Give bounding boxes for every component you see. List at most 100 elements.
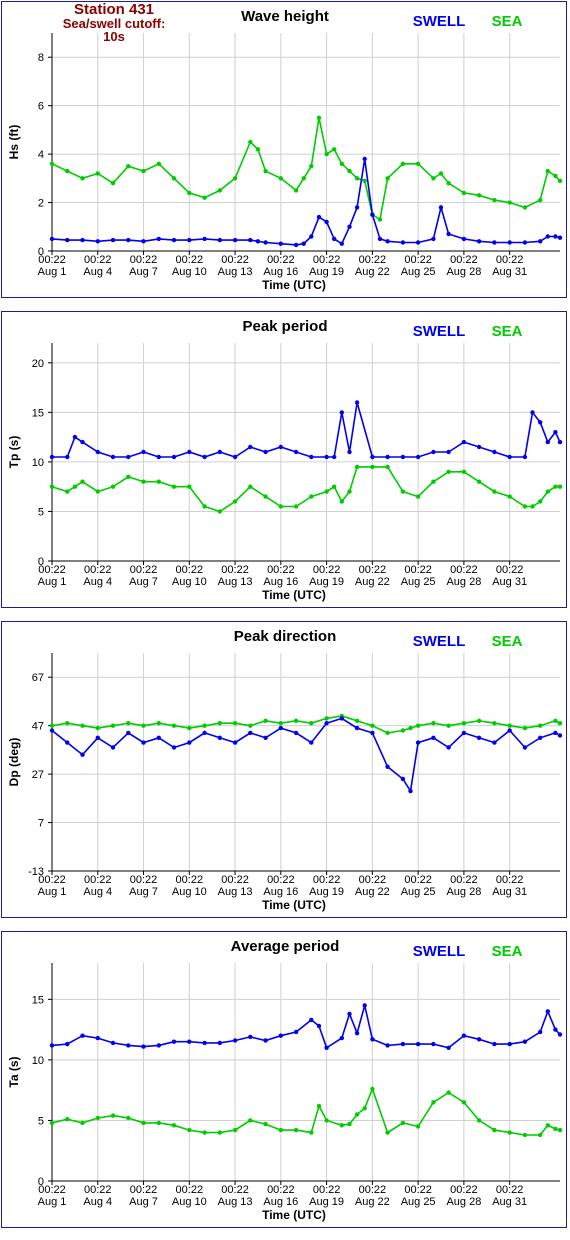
x-tick-time-label: 00:22 <box>176 564 204 576</box>
x-tick-time-label: 00:22 <box>359 874 387 886</box>
data-point-sea <box>385 464 390 470</box>
x-tick-date-label: Aug 16 <box>263 266 298 278</box>
data-point-sea <box>324 716 329 721</box>
data-point-swell <box>362 156 367 162</box>
data-point-sea <box>49 484 55 489</box>
data-point-sea <box>415 1124 421 1129</box>
data-point-sea <box>293 1127 299 1133</box>
x-tick-time-label: 00:22 <box>404 1184 432 1196</box>
data-point-sea <box>557 1127 563 1133</box>
x-tick-date-label: Aug 16 <box>263 886 298 898</box>
data-point-sea <box>65 1117 70 1122</box>
y-tick-label: 47 <box>32 721 44 733</box>
x-tick-time-label: 00:22 <box>84 254 112 266</box>
data-point-sea <box>324 489 329 494</box>
data-point-swell <box>278 1033 283 1038</box>
data-point-swell <box>492 240 497 245</box>
data-point-swell <box>110 1040 116 1046</box>
x-tick-date-label: Aug 7 <box>129 266 158 278</box>
data-point-swell <box>431 735 436 740</box>
data-point-swell <box>431 236 436 242</box>
data-point-sea <box>171 176 177 181</box>
data-point-swell <box>324 1045 329 1050</box>
data-point-sea <box>80 479 85 484</box>
data-point-swell <box>232 1038 238 1043</box>
data-point-sea <box>126 164 131 169</box>
data-point-swell <box>232 740 238 745</box>
data-point-swell <box>538 1029 543 1035</box>
data-point-swell <box>507 454 512 460</box>
data-point-swell <box>309 234 314 239</box>
data-point-swell <box>557 1032 563 1037</box>
legend-sea: SEA <box>492 633 523 650</box>
data-point-swell <box>553 234 558 239</box>
data-point-sea <box>278 1127 283 1133</box>
data-point-sea <box>309 1130 314 1135</box>
data-point-sea <box>431 1100 436 1105</box>
data-point-swell <box>232 237 238 243</box>
data-point-sea <box>492 197 497 203</box>
data-point-sea <box>461 1100 467 1105</box>
x-tick-date-label: Aug 7 <box>129 576 158 588</box>
station-title: Station 431 <box>73 1 155 18</box>
x-axis-label: Time (UTC) <box>262 1208 326 1222</box>
y-tick-label: 2 <box>38 198 44 210</box>
data-point-swell <box>217 735 222 740</box>
y-tick-label: 6 <box>38 101 44 113</box>
data-point-swell <box>309 454 314 460</box>
data-point-sea <box>248 723 253 728</box>
data-point-sea <box>492 721 497 726</box>
data-point-swell <box>370 1037 375 1042</box>
data-point-swell <box>316 214 322 220</box>
data-point-swell <box>187 449 192 455</box>
y-tick-label: 10 <box>32 457 44 469</box>
x-tick-time-label: 00:22 <box>359 564 387 576</box>
data-point-sea <box>95 725 101 731</box>
data-point-swell <box>476 239 482 244</box>
data-point-swell <box>476 1037 482 1042</box>
x-tick-date-label: Aug 13 <box>218 576 253 588</box>
data-point-swell <box>72 434 78 440</box>
x-tick-time-label: 00:22 <box>221 564 249 576</box>
data-point-swell <box>126 1043 131 1048</box>
x-tick-date-label: Aug 4 <box>83 1196 112 1208</box>
data-point-swell <box>538 420 543 425</box>
data-point-sea <box>126 721 131 726</box>
data-point-sea <box>309 494 314 499</box>
legend-sea: SEA <box>492 943 523 960</box>
x-tick-time-label: 00:22 <box>313 564 341 576</box>
x-tick-time-label: 00:22 <box>450 1184 478 1196</box>
data-point-swell <box>316 1023 322 1029</box>
x-tick-time-label: 00:22 <box>38 1184 66 1196</box>
x-tick-time-label: 00:22 <box>221 874 249 886</box>
data-point-sea <box>248 139 253 145</box>
data-point-sea <box>522 1132 528 1138</box>
data-point-sea <box>492 1127 497 1133</box>
data-point-swell <box>461 1033 467 1038</box>
data-point-sea <box>400 161 406 166</box>
data-point-swell <box>263 449 268 455</box>
data-point-sea <box>49 1120 55 1126</box>
data-point-swell <box>293 242 299 248</box>
x-tick-date-label: Aug 31 <box>492 1196 527 1208</box>
data-point-swell <box>80 237 85 243</box>
data-point-swell <box>255 239 261 244</box>
data-point-sea <box>476 718 482 723</box>
data-point-sea <box>278 504 283 509</box>
data-point-sea <box>461 190 467 196</box>
y-tick-label: 8 <box>38 52 44 64</box>
data-point-swell <box>49 728 55 733</box>
data-point-sea <box>171 484 177 489</box>
data-point-swell <box>187 740 192 745</box>
x-tick-time-label: 00:22 <box>84 1184 112 1196</box>
x-tick-time-label: 00:22 <box>496 874 524 886</box>
data-point-sea <box>507 723 512 728</box>
data-point-swell <box>202 236 207 242</box>
data-point-sea <box>141 1120 146 1126</box>
x-axis-label: Time (UTC) <box>262 278 326 292</box>
chart-title: Wave height <box>241 8 329 25</box>
data-point-sea <box>217 188 222 193</box>
y-tick-label: 5 <box>38 1115 44 1127</box>
data-point-swell <box>126 454 131 460</box>
data-point-swell <box>248 237 253 243</box>
